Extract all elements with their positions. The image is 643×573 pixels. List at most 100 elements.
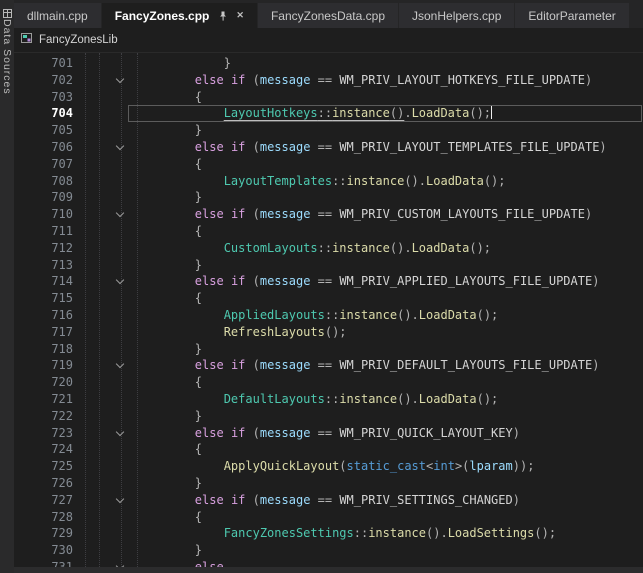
fold-margin	[73, 55, 137, 72]
fold-chevron-icon[interactable]	[73, 492, 137, 509]
horizontal-scrollbar[interactable]	[14, 567, 643, 573]
navigation-bar: FancyZonesLib	[14, 28, 643, 53]
line-number[interactable]: 707	[14, 156, 73, 173]
code-text: {	[137, 509, 202, 526]
document-well: dllmain.cppFancyZones.cpp✕FancyZonesData…	[14, 0, 643, 573]
code-line-713[interactable]: 713 }	[14, 257, 643, 274]
code-line-722[interactable]: 722 }	[14, 408, 643, 425]
code-line-709[interactable]: 709 }	[14, 189, 643, 206]
line-number[interactable]: 729	[14, 525, 73, 542]
fold-margin	[73, 173, 137, 190]
line-number[interactable]: 727	[14, 492, 73, 509]
line-number[interactable]: 702	[14, 72, 73, 89]
line-number[interactable]: 725	[14, 458, 73, 475]
data-sources-tab[interactable]: Data Sources	[1, 19, 13, 95]
code-text: }	[137, 189, 202, 206]
tab-FancyZones.cpp[interactable]: FancyZones.cpp✕	[102, 3, 257, 28]
code-line-729[interactable]: 729 FancyZonesSettings::instance().LoadS…	[14, 525, 643, 542]
line-number[interactable]: 714	[14, 273, 73, 290]
project-icon	[20, 31, 33, 49]
code-line-728[interactable]: 728 {	[14, 509, 643, 526]
close-icon[interactable]: ✕	[236, 11, 244, 20]
code-line-708[interactable]: 708 LayoutTemplates::instance().LoadData…	[14, 173, 643, 190]
line-number[interactable]: 730	[14, 542, 73, 559]
code-text: else if (message == WM_PRIV_CUSTOM_LAYOU…	[137, 206, 592, 223]
line-number[interactable]: 720	[14, 374, 73, 391]
fold-margin	[73, 307, 137, 324]
code-line-705[interactable]: 705 }	[14, 122, 643, 139]
fold-chevron-icon[interactable]	[73, 139, 137, 156]
code-text: else if (message == WM_PRIV_APPLIED_LAYO…	[137, 273, 599, 290]
tab-dllmain.cpp[interactable]: dllmain.cpp	[14, 3, 101, 28]
code-line-720[interactable]: 720 {	[14, 374, 643, 391]
tab-FancyZonesData.cpp[interactable]: FancyZonesData.cpp	[258, 3, 398, 28]
code-line-718[interactable]: 718 }	[14, 341, 643, 358]
code-line-730[interactable]: 730 }	[14, 542, 643, 559]
code-line-727[interactable]: 727 else if (message == WM_PRIV_SETTINGS…	[14, 492, 643, 509]
code-line-725[interactable]: 725 ApplyQuickLayout(static_cast<int>(lp…	[14, 458, 643, 475]
line-number[interactable]: 704	[14, 105, 73, 122]
code-line-706[interactable]: 706 else if (message == WM_PRIV_LAYOUT_T…	[14, 139, 643, 156]
code-line-711[interactable]: 711 {	[14, 223, 643, 240]
code-text: else if (message == WM_PRIV_LAYOUT_TEMPL…	[137, 139, 607, 156]
code-line-719[interactable]: 719 else if (message == WM_PRIV_DEFAULT_…	[14, 357, 643, 374]
fold-chevron-icon[interactable]	[73, 72, 137, 89]
pin-icon[interactable]	[218, 11, 228, 21]
line-number[interactable]: 711	[14, 223, 73, 240]
line-number[interactable]: 715	[14, 290, 73, 307]
code-line-714[interactable]: 714 else if (message == WM_PRIV_APPLIED_…	[14, 273, 643, 290]
code-line-717[interactable]: 717 RefreshLayouts();	[14, 324, 643, 341]
line-number[interactable]: 718	[14, 341, 73, 358]
line-number[interactable]: 705	[14, 122, 73, 139]
code-line-724[interactable]: 724 {	[14, 441, 643, 458]
line-number[interactable]: 716	[14, 307, 73, 324]
fold-chevron-icon[interactable]	[73, 425, 137, 442]
line-number[interactable]: 722	[14, 408, 73, 425]
tab-JsonHelpers.cpp[interactable]: JsonHelpers.cpp	[399, 3, 514, 28]
line-number[interactable]: 709	[14, 189, 73, 206]
line-number[interactable]: 706	[14, 139, 73, 156]
line-number[interactable]: 721	[14, 391, 73, 408]
code-text: {	[137, 290, 202, 307]
fold-margin	[73, 391, 137, 408]
fold-margin	[73, 223, 137, 240]
line-number[interactable]: 712	[14, 240, 73, 257]
code-line-703[interactable]: 703 {	[14, 89, 643, 106]
code-line-710[interactable]: 710 else if (message == WM_PRIV_CUSTOM_L…	[14, 206, 643, 223]
line-number[interactable]: 717	[14, 324, 73, 341]
code-line-704[interactable]: 704 LayoutHotkeys::instance().LoadData()…	[14, 105, 643, 122]
line-number[interactable]: 703	[14, 89, 73, 106]
code-text: DefaultLayouts::instance().LoadData();	[137, 391, 498, 408]
tab-EditorParameter[interactable]: EditorParameter	[515, 3, 628, 28]
line-number[interactable]: 708	[14, 173, 73, 190]
code-line-702[interactable]: 702 else if (message == WM_PRIV_LAYOUT_H…	[14, 72, 643, 89]
code-line-726[interactable]: 726 }	[14, 475, 643, 492]
fold-margin	[73, 458, 137, 475]
code-text: else if (message == WM_PRIV_SETTINGS_CHA…	[137, 492, 520, 509]
line-number[interactable]: 723	[14, 425, 73, 442]
fold-margin	[73, 408, 137, 425]
code-line-721[interactable]: 721 DefaultLayouts::instance().LoadData(…	[14, 391, 643, 408]
line-number[interactable]: 701	[14, 55, 73, 72]
code-text: }	[137, 257, 202, 274]
fold-chevron-icon[interactable]	[73, 357, 137, 374]
code-line-716[interactable]: 716 AppliedLayouts::instance().LoadData(…	[14, 307, 643, 324]
fold-chevron-icon[interactable]	[73, 273, 137, 290]
code-line-715[interactable]: 715 {	[14, 290, 643, 307]
code-text: }	[137, 408, 202, 425]
code-line-707[interactable]: 707 {	[14, 156, 643, 173]
line-number[interactable]: 710	[14, 206, 73, 223]
line-number[interactable]: 726	[14, 475, 73, 492]
code-line-712[interactable]: 712 CustomLayouts::instance().LoadData()…	[14, 240, 643, 257]
fold-chevron-icon[interactable]	[73, 206, 137, 223]
code-line-701[interactable]: 701 }	[14, 55, 643, 72]
code-line-723[interactable]: 723 else if (message == WM_PRIV_QUICK_LA…	[14, 425, 643, 442]
line-number[interactable]: 724	[14, 441, 73, 458]
line-number[interactable]: 728	[14, 509, 73, 526]
fold-margin	[73, 441, 137, 458]
code-text: CustomLayouts::instance().LoadData();	[137, 240, 491, 257]
code-editor[interactable]: 701 }702 else if (message == WM_PRIV_LAY…	[14, 53, 643, 573]
line-number[interactable]: 719	[14, 357, 73, 374]
project-dropdown[interactable]: FancyZonesLib	[39, 34, 118, 46]
line-number[interactable]: 713	[14, 257, 73, 274]
